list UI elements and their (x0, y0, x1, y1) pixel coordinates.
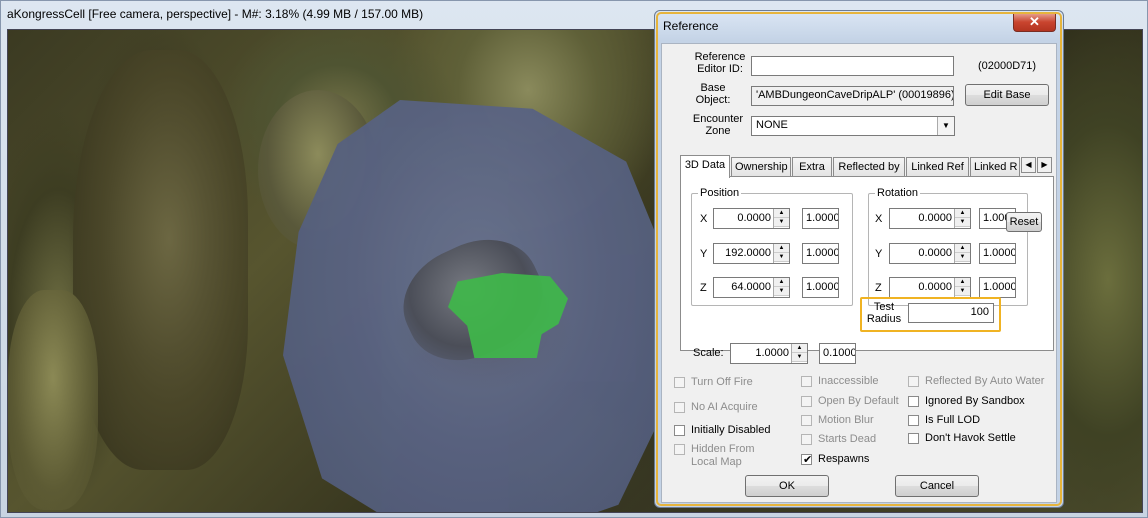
reset-rotation-button[interactable]: Reset (1006, 212, 1042, 232)
checkbox-icon (674, 425, 685, 436)
checkbox-icon (908, 396, 919, 407)
cancel-button[interactable]: Cancel (895, 475, 979, 497)
checkbox-icon (908, 433, 919, 444)
tab-strip: 3D Data Ownership Extra Reflected by Lin… (680, 155, 1056, 178)
position-x-label: X (700, 213, 708, 225)
tab-scroll-right-icon[interactable]: ▶ (1037, 157, 1052, 173)
ok-button[interactable]: OK (745, 475, 829, 497)
checkbox-icon (908, 376, 919, 387)
tab-scroll-left-icon[interactable]: ◀ (1021, 157, 1036, 173)
cave-rock (8, 290, 98, 510)
editor-id-label: Reference Editor ID: (694, 51, 746, 75)
cave-rock (73, 50, 248, 470)
scale-step[interactable]: 0.1000 (819, 343, 856, 364)
checkbox-icon: ✔ (801, 454, 813, 466)
position-z-step[interactable]: 1.0000 (802, 277, 839, 298)
position-x-field[interactable]: 0.0000 ▲ ▼ (713, 208, 790, 229)
scale-label: Scale: (693, 347, 724, 359)
reference-dialog: Reference ✕ Reference Editor ID: (02000D… (654, 10, 1064, 508)
encounter-zone-label: Encounter Zone (692, 113, 744, 137)
tab-ownership[interactable]: Ownership (731, 157, 791, 177)
rotation-caption: Rotation (875, 187, 920, 199)
tab-linked-r[interactable]: Linked R (970, 157, 1020, 177)
checkbox-icon (801, 415, 812, 426)
position-y-step[interactable]: 1.0000 (802, 243, 839, 264)
edit-base-button[interactable]: Edit Base (965, 84, 1049, 106)
base-object-label: Base Object: (695, 82, 731, 106)
rotation-group: Rotation X 0.0000 ▲ ▼ 1.0000 Y 0.0000 ▲ ▼ … (868, 187, 1028, 306)
form-id: (02000D71) (977, 60, 1037, 72)
checkbox-icon (801, 434, 812, 445)
spinner-icon[interactable]: ▲ ▼ (954, 244, 970, 263)
tab-linked-ref[interactable]: Linked Ref (906, 157, 969, 177)
position-z-label: Z (700, 282, 707, 294)
checkbox-icon (801, 396, 812, 407)
scale-field[interactable]: 1.0000 ▲ ▼ (730, 343, 808, 364)
position-y-field[interactable]: 192.0000 ▲ ▼ (713, 243, 790, 264)
spinner-icon[interactable]: ▲ ▼ (954, 278, 970, 297)
position-z-field[interactable]: 64.0000 ▲ ▼ (713, 277, 790, 298)
spinner-icon[interactable]: ▲ ▼ (773, 278, 789, 297)
rotation-x-field[interactable]: 0.0000 ▲ ▼ (889, 208, 971, 229)
encounter-zone-select[interactable]: NONE ▼ (751, 116, 955, 136)
spinner-icon[interactable]: ▲ ▼ (773, 244, 789, 263)
position-caption: Position (698, 187, 742, 199)
editor-id-field[interactable] (751, 56, 954, 76)
rotation-z-step[interactable]: 1.0000 (979, 277, 1016, 298)
checkbox-icon (674, 444, 685, 455)
rotation-z-label: Z (875, 282, 882, 294)
base-object-field: 'AMBDungeonCaveDripALP' (00019896) (751, 86, 954, 106)
dialog-client: Reference Editor ID: (02000D71) Base Obj… (661, 43, 1057, 503)
tab-reflected-by[interactable]: Reflected by (833, 157, 905, 177)
spinner-icon[interactable]: ▲ ▼ (954, 209, 970, 228)
spinner-icon[interactable]: ▲ ▼ (791, 344, 807, 363)
checkmark-icon: ✔ (803, 454, 813, 466)
checkbox-icon (674, 402, 685, 413)
test-radius-field[interactable]: 100 (908, 303, 994, 323)
spinner-icon[interactable]: ▲ ▼ (773, 209, 789, 228)
position-group: Position X 0.0000 ▲ ▼ 1.0000 Y 192.0000 ▲… (691, 187, 853, 306)
checkbox-icon (908, 415, 919, 426)
rotation-y-step[interactable]: 1.0000 (979, 243, 1016, 264)
encounter-zone-value: NONE (756, 119, 788, 131)
position-y-label: Y (700, 248, 708, 260)
tab-3d-data[interactable]: 3D Data (680, 155, 730, 178)
checkbox-icon (801, 376, 812, 387)
rotation-z-field[interactable]: 0.0000 ▲ ▼ (889, 277, 971, 298)
dialog-title: Reference (663, 19, 719, 33)
test-radius-label: Test Radius (866, 301, 902, 325)
rotation-y-label: Y (875, 248, 883, 260)
close-button[interactable]: ✕ (1013, 12, 1056, 32)
dropdown-arrow-icon[interactable]: ▼ (937, 117, 954, 135)
position-x-step[interactable]: 1.0000 (802, 208, 839, 229)
checkbox-icon (674, 377, 685, 388)
rotation-x-label: X (875, 213, 883, 225)
tab-extra[interactable]: Extra (792, 157, 832, 177)
window-title: aKongressCell [Free camera, perspective]… (7, 7, 424, 21)
rotation-y-field[interactable]: 0.0000 ▲ ▼ (889, 243, 971, 264)
